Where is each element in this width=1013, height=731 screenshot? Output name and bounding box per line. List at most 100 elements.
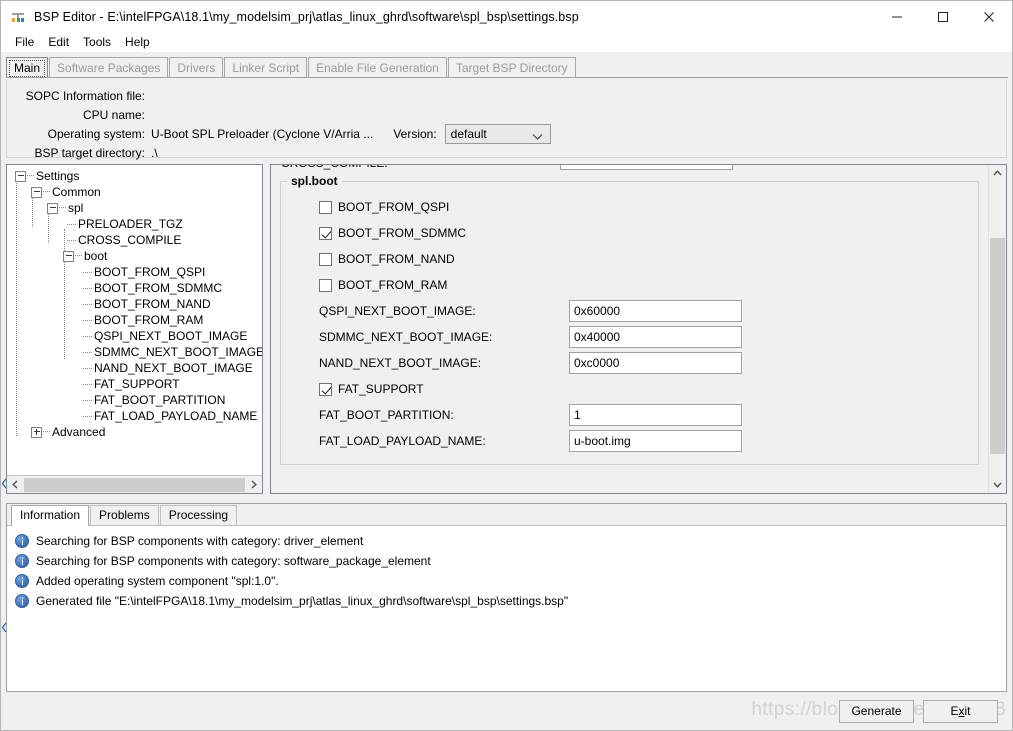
boot-from-ram-row[interactable]: BOOT_FROM_RAM: [281, 272, 978, 298]
scroll-left-icon[interactable]: [7, 476, 24, 493]
information-message-list[interactable]: Searching for BSP components with catego…: [7, 526, 1006, 691]
tree-node-boot-from-ram[interactable]: BOOT_FROM_RAM: [11, 312, 262, 328]
settings-splitter: Settings Common spl PRELOADER_TGZ CROSS_…: [1, 164, 1007, 494]
tree-hscroll-track[interactable]: [24, 476, 245, 493]
collapse-minus-icon[interactable]: [15, 170, 26, 182]
spl-boot-group: spl.boot BOOT_FROM_QSPI BOOT_FROM_SDMMC …: [280, 174, 979, 465]
fat-support-row[interactable]: FAT_SUPPORT: [281, 376, 978, 402]
tree-node-preloader-tgz[interactable]: PRELOADER_TGZ: [11, 216, 262, 232]
window-controls: [874, 1, 1012, 32]
tree-node-fat-load-payload-name[interactable]: FAT_LOAD_PAYLOAD_NAME: [11, 408, 262, 424]
boot-from-qspi-row[interactable]: BOOT_FROM_QSPI: [281, 194, 978, 220]
tree-node-boot-from-sdmmc[interactable]: BOOT_FROM_SDMMC: [11, 280, 262, 296]
tree-node-boot-from-qspi[interactable]: BOOT_FROM_QSPI: [11, 264, 262, 280]
tree-node-advanced[interactable]: Advanced: [11, 424, 262, 440]
generate-button[interactable]: Generate: [839, 699, 914, 723]
tree-node-qspi-next-boot-image[interactable]: QSPI_NEXT_BOOT_IMAGE: [11, 328, 262, 344]
expand-plus-icon[interactable]: [31, 426, 42, 438]
splitter-collapse-handle[interactable]: [1, 478, 8, 489]
tree-node-label: BOOT_FROM_SDMMC: [94, 281, 223, 295]
window-title: BSP Editor - E:\intelFPGA\18.1\my_models…: [34, 9, 579, 24]
list-item-text: Searching for BSP components with catego…: [36, 534, 364, 548]
boot-from-qspi-checkbox[interactable]: [319, 200, 332, 214]
qspi-next-boot-image-input[interactable]: 0x60000: [569, 300, 742, 322]
fat-boot-partition-input[interactable]: 1: [569, 404, 742, 426]
tree-node-settings[interactable]: Settings: [11, 168, 262, 184]
tree-node-boot-from-nand[interactable]: BOOT_FROM_NAND: [11, 296, 262, 312]
tab-drivers[interactable]: Drivers: [169, 57, 224, 77]
boot-from-nand-checkbox[interactable]: [319, 252, 332, 266]
tree-node-spl[interactable]: spl: [11, 200, 262, 216]
boot-from-sdmmc-row[interactable]: BOOT_FROM_SDMMC: [281, 220, 978, 246]
tree-node-label: CROSS_COMPILE: [78, 233, 182, 247]
list-item[interactable]: Searching for BSP components with catego…: [7, 551, 1006, 571]
list-item[interactable]: Generated file "E:\intelFPGA\18.1\my_mod…: [7, 591, 1006, 611]
sdmmc-next-boot-image-input[interactable]: 0x40000: [569, 326, 742, 348]
close-icon[interactable]: [966, 1, 1012, 32]
collapse-minus-icon[interactable]: [47, 202, 58, 214]
settings-vscroll-track[interactable]: [989, 182, 1006, 476]
version-label: Version:: [393, 126, 437, 141]
tree-node-nand-next-boot-image[interactable]: NAND_NEXT_BOOT_IMAGE: [11, 360, 262, 376]
tree-hscroll-thumb[interactable]: [24, 477, 245, 492]
nand-next-boot-image-input[interactable]: 0xc0000: [569, 352, 742, 374]
bsp-target-directory-row: BSP target directory: .\: [7, 143, 1006, 162]
console-splitter-handle[interactable]: [1, 622, 8, 633]
settings-vertical-scrollbar[interactable]: [988, 165, 1006, 493]
tree-horizontal-scrollbar[interactable]: [7, 475, 262, 493]
menu-edit[interactable]: Edit: [41, 34, 76, 51]
sopc-information-file-row: SOPC Information file:: [7, 86, 1006, 105]
exit-button[interactable]: Exit: [923, 699, 998, 723]
bsp-editor-icon: [10, 9, 26, 25]
menu-file[interactable]: File: [8, 34, 41, 51]
bsp-editor-window: BSP Editor - E:\intelFPGA\18.1\my_models…: [0, 0, 1013, 731]
version-select[interactable]: default: [444, 123, 551, 144]
tree-node-sdmmc-next-boot-image[interactable]: SDMMC_NEXT_BOOT_IMAGE: [11, 344, 262, 360]
boot-from-nand-row[interactable]: BOOT_FROM_NAND: [281, 246, 978, 272]
menu-tools[interactable]: Tools: [76, 34, 118, 51]
tab-problems[interactable]: Problems: [90, 505, 159, 525]
boot-from-qspi-label: BOOT_FROM_QSPI: [338, 200, 450, 214]
tab-linker-script[interactable]: Linker Script: [224, 57, 308, 77]
tab-target-bsp-directory[interactable]: Target BSP Directory: [447, 57, 576, 77]
tree-node-cross-compile[interactable]: CROSS_COMPILE: [11, 232, 262, 248]
collapse-minus-icon[interactable]: [63, 250, 74, 262]
tree-node-label: PRELOADER_TGZ: [78, 217, 183, 231]
tab-processing[interactable]: Processing: [159, 505, 238, 525]
scroll-right-icon[interactable]: [245, 476, 262, 493]
list-item-text: Added operating system component "spl:1.…: [36, 574, 279, 588]
settings-vscroll-thumb[interactable]: [990, 238, 1005, 454]
fat-support-checkbox[interactable]: [319, 382, 332, 396]
tree-node-label: Settings: [36, 169, 80, 183]
scroll-up-icon[interactable]: [989, 165, 1006, 182]
cross-compile-input[interactable]: arm-altera-eabi-: [560, 165, 733, 170]
maximize-icon[interactable]: [920, 1, 966, 32]
tree-node-label: boot: [84, 249, 108, 263]
tab-software-packages[interactable]: Software Packages: [49, 57, 169, 77]
tab-enable-file-generation[interactable]: Enable File Generation: [308, 57, 447, 77]
tree-node-label: Common: [52, 185, 101, 199]
list-item[interactable]: Added operating system component "spl:1.…: [7, 571, 1006, 591]
tree-node-fat-support[interactable]: FAT_SUPPORT: [11, 376, 262, 392]
tab-information[interactable]: Information: [11, 505, 90, 526]
list-item[interactable]: Searching for BSP components with catego…: [7, 531, 1006, 551]
boot-from-ram-checkbox[interactable]: [319, 278, 332, 292]
fat-load-payload-name-input[interactable]: u-boot.img: [569, 430, 742, 452]
scroll-down-icon[interactable]: [989, 476, 1006, 493]
menu-help[interactable]: Help: [118, 34, 157, 51]
tree-node-common[interactable]: Common: [11, 184, 262, 200]
tree-node-label: FAT_SUPPORT: [94, 377, 180, 391]
title-bar: BSP Editor - E:\intelFPGA\18.1\my_models…: [1, 1, 1012, 32]
tree-node-fat-boot-partition[interactable]: FAT_BOOT_PARTITION: [11, 392, 262, 408]
tree-node-boot[interactable]: boot: [11, 248, 262, 264]
tab-main[interactable]: Main: [6, 57, 49, 77]
exit-button-label: Exit: [950, 704, 971, 718]
minimize-icon[interactable]: [874, 1, 920, 32]
nand-next-boot-image-label: NAND_NEXT_BOOT_IMAGE:: [319, 356, 482, 370]
tree-node-label: NAND_NEXT_BOOT_IMAGE: [94, 361, 253, 375]
boot-from-sdmmc-checkbox[interactable]: [319, 226, 332, 240]
tree-node-label: BOOT_FROM_QSPI: [94, 265, 206, 279]
boot-from-sdmmc-label: BOOT_FROM_SDMMC: [338, 226, 467, 240]
settings-tree[interactable]: Settings Common spl PRELOADER_TGZ CROSS_…: [7, 165, 262, 475]
collapse-minus-icon[interactable]: [31, 186, 42, 198]
